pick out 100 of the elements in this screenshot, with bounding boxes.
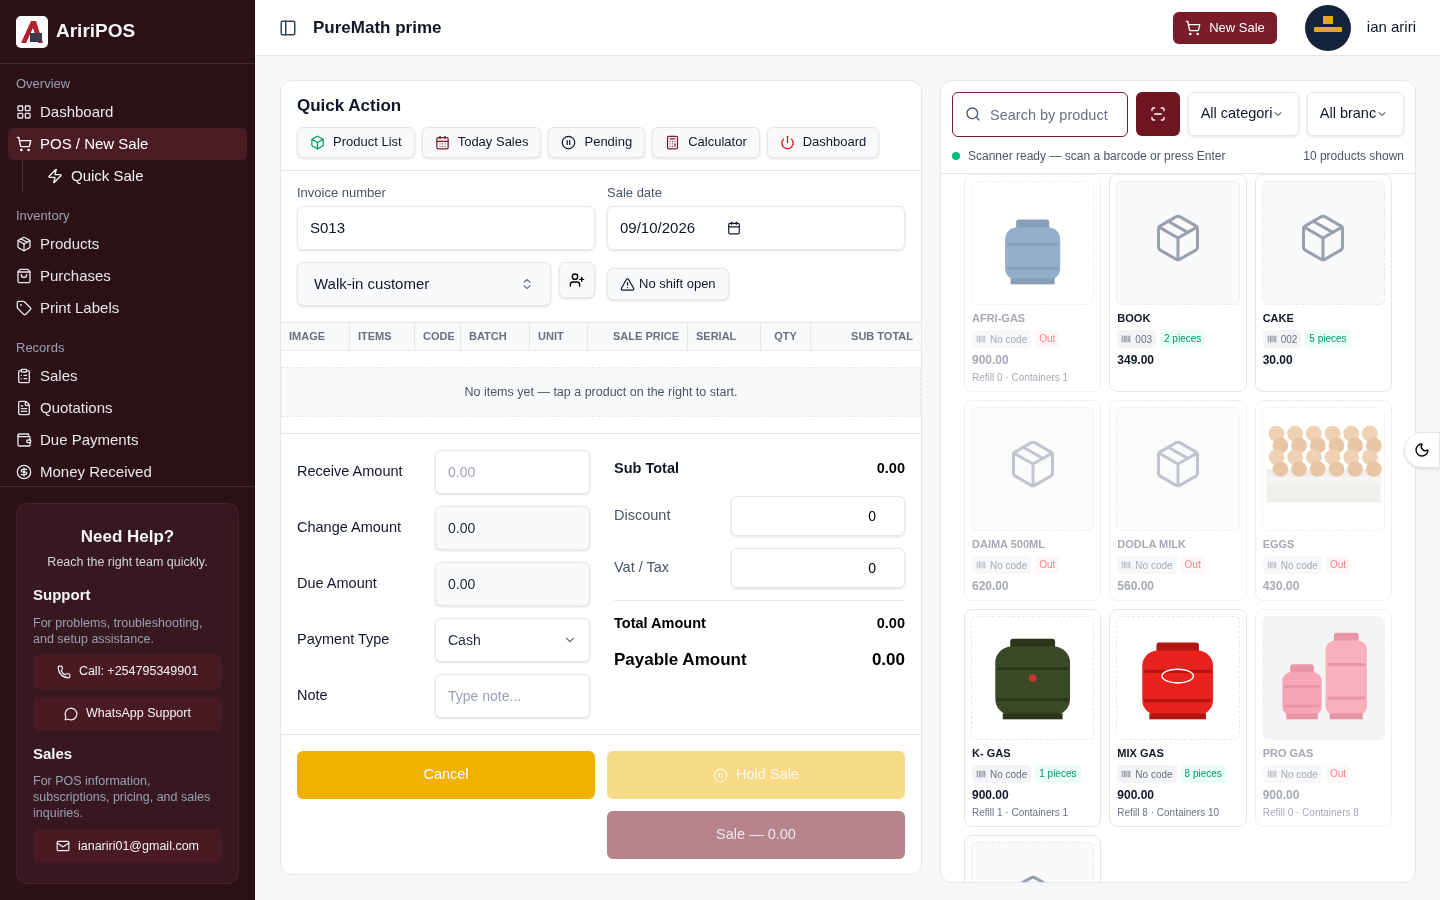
quick-action-button[interactable]: Pending [548, 126, 646, 158]
field-label: Due Amount [297, 574, 377, 594]
field-label: Payment Type [297, 630, 390, 650]
nav-item[interactable]: Purchases [8, 260, 247, 292]
field-label: Change Amount [297, 518, 401, 538]
stock-tag: 8 pieces [1180, 765, 1226, 783]
product-card[interactable]: MIX GAS No code 8 pieces 900.00 Refill 8 · Containers 10 [1109, 609, 1247, 827]
quick-action-button[interactable]: Calculator [652, 126, 760, 158]
payable-label: Payable Amount [614, 648, 747, 671]
code-tag: No code [1262, 765, 1322, 783]
summary-value: 0.00 [876, 459, 905, 479]
group-description: For problems, troubleshooting, and setup assistance. [33, 614, 204, 647]
stock-tag: Out [1325, 765, 1351, 783]
refill-info: Refill 0 · Containers 1 [972, 371, 1070, 385]
amount-field[interactable]: 0 [731, 548, 905, 588]
category-select[interactable]: All categori [1187, 92, 1299, 136]
code-tag: No code [1117, 556, 1177, 574]
shift-status-button[interactable]: No shift open [607, 268, 729, 300]
nav-item[interactable]: Due Payments [8, 424, 247, 456]
nav-item[interactable]: Money Received [8, 456, 247, 486]
quick-action-button[interactable]: Product List [297, 126, 415, 158]
product-name: MIX GAS [1117, 746, 1165, 760]
amount-field[interactable]: 0.00 [435, 506, 590, 550]
group-title: Sales [33, 743, 74, 764]
summary-value: 0.00 [876, 614, 905, 633]
product-price: 349.00 [1117, 352, 1156, 368]
quick-action-button[interactable]: Today Sales [421, 126, 542, 158]
group-description: For POS information, subscriptions, pricing, and sales inquiries. [33, 773, 212, 821]
product-name: K- GAS [972, 746, 1012, 760]
stock-tag: Out [1035, 556, 1060, 574]
code-tag: No code [1117, 765, 1177, 783]
product-name: AFRI-GAS [972, 311, 1027, 325]
date-field[interactable]: 09/10/2026 [607, 206, 905, 250]
product-price: 900.00 [1262, 787, 1301, 803]
customer-select[interactable]: Walk-in customer [297, 262, 551, 306]
search-field[interactable]: Search by product [952, 92, 1129, 137]
contact-button[interactable]: WhatsApp Support [33, 696, 222, 731]
product-name: DODLA MILK [1117, 537, 1187, 551]
refill-info: Refill 1 · Containers 1 [972, 806, 1070, 820]
summary-label: Discount [614, 506, 671, 526]
amount-field[interactable]: 0.00 [435, 562, 590, 606]
nav-item[interactable]: Sales [8, 360, 247, 392]
column-header: IMAGE [281, 323, 350, 350]
stock-tag: Out [1035, 330, 1060, 348]
summary-label: Total Amount [614, 614, 706, 633]
contact-button[interactable]: Call: +254795349901 [33, 654, 222, 689]
stock-tag: 5 pieces [1305, 330, 1351, 348]
empty-cart-message: No items yet — tap a product on the right to start. [281, 367, 921, 417]
code-tag: 003 [1117, 330, 1156, 348]
column-header: UNIT [530, 323, 588, 350]
column-header: BATCH [461, 323, 530, 350]
product-price: 430.00 [1262, 578, 1301, 594]
stock-tag: 1 pieces [1035, 765, 1081, 783]
nav-item[interactable]: POS / New Sale [8, 128, 247, 160]
product-name: DAIMA 500ML [972, 537, 1046, 551]
user-name: ian ariri [1366, 17, 1416, 38]
nav-item[interactable]: Products [8, 228, 247, 260]
product-card[interactable]: CAKE 002 5 pieces 30.00 [1254, 174, 1392, 392]
payment-type-select[interactable]: Cash [435, 618, 590, 662]
field-label: Invoice number [297, 183, 387, 202]
code-tag: 002 [1262, 330, 1302, 348]
product-name: CAKE [1262, 311, 1295, 325]
quick-action-button[interactable]: Dashboard [766, 126, 880, 158]
code-tag: No code [972, 330, 1032, 348]
code-tag: No code [972, 765, 1032, 783]
new-sale-button[interactable]: New Sale [1173, 11, 1277, 44]
amount-field[interactable]: 0 [731, 496, 905, 536]
product-price: 620.00 [972, 578, 1010, 594]
help-title: Need Help? [79, 525, 176, 548]
nav-item[interactable]: Quick Sale [39, 160, 247, 192]
column-header: CODE [415, 323, 461, 350]
refill-info: Refill 0 · Containers 8 [1262, 806, 1360, 820]
stock-tag: 2 pieces [1160, 330, 1206, 348]
amount-field[interactable]: 0.00 [435, 450, 590, 494]
product-card[interactable]: K- GAS No code 1 pieces 900.00 Refill 1 · Containers 1 [964, 609, 1102, 827]
column-header: QTY [761, 323, 811, 350]
product-card[interactable]: BOOK 003 2 pieces 349.00 [1109, 174, 1247, 392]
field-label: Receive Amount [297, 462, 403, 482]
column-header: SERIAL [688, 323, 761, 350]
product-price: 900.00 [972, 352, 1010, 368]
nav-item[interactable]: Dashboard [8, 96, 247, 128]
code-tag: No code [1262, 556, 1322, 574]
brand-name: AririPOS [56, 19, 136, 44]
nav-item[interactable]: Print Labels [8, 292, 247, 324]
group-title: Support [33, 585, 92, 605]
invoice-field[interactable]: S013 [297, 206, 595, 250]
product-name: PRO GAS [1262, 746, 1315, 760]
column-header: SUB TOTAL [850, 329, 914, 345]
branch-select[interactable]: All branc [1306, 92, 1404, 136]
help-subtitle: Reach the right team quickly. [46, 554, 209, 572]
column-header: SALE PRICE [588, 323, 688, 350]
summary-label: Vat / Tax [614, 558, 670, 578]
field-label: Note [297, 686, 328, 706]
contact-button[interactable]: ianariri01@gmail.com [33, 829, 222, 863]
nav-item[interactable]: Quotations [8, 392, 247, 424]
amount-field[interactable]: Type note... [435, 674, 590, 718]
section-title: Quick Action [297, 95, 403, 117]
column-header: ITEMS [350, 323, 415, 350]
scanner-status: Scanner ready — scan a barcode or press Enter [968, 148, 1227, 165]
page-title: PureMath prime [313, 16, 443, 39]
